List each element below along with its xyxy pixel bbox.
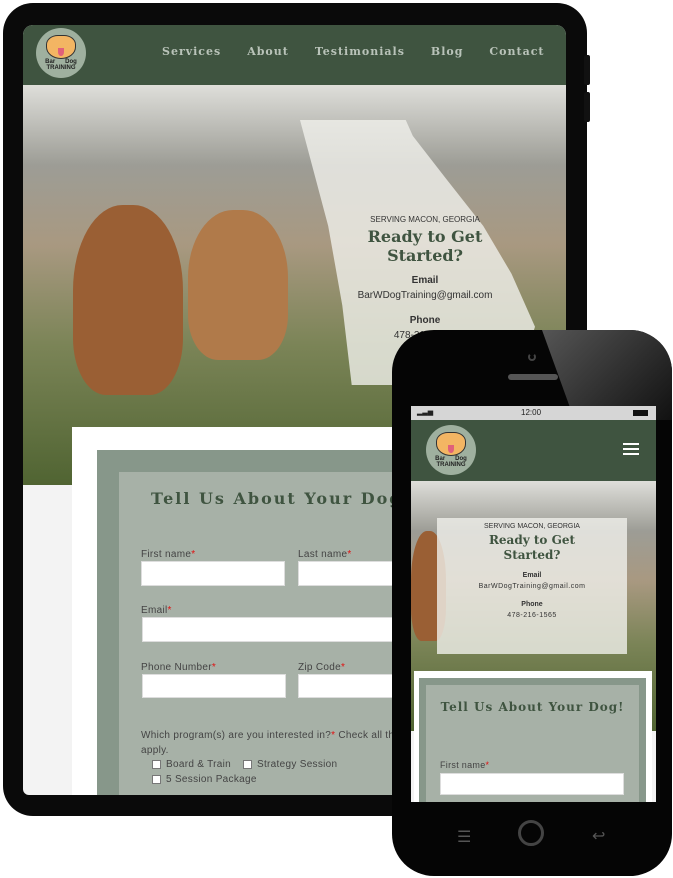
hamburger-icon[interactable] [623,443,639,455]
email-label: Email* [141,605,172,616]
camera-icon [528,353,536,361]
form-title: Tell Us About Your Dog! [151,489,412,508]
email-label: Email [411,275,439,286]
nav-testimonials[interactable]: Testimonials [315,45,405,58]
signal-icon: ▂▃▅ [417,409,434,416]
tablet-side-button [584,55,590,85]
phone-label: Phone [409,315,441,326]
logo[interactable]: Bar Dog TRAINING [426,425,476,475]
first-name-input[interactable] [141,561,285,586]
logo-text: TRAINING [436,462,466,468]
email-link[interactable]: BarWDogTraining@gmail.com [315,290,535,301]
dog-face-icon [46,35,76,59]
option-strategy-session[interactable]: Strategy Session [243,759,337,770]
last-name-label: Last name* [298,549,352,560]
nav-about[interactable]: About [247,45,289,58]
checkbox[interactable] [152,774,161,784]
speaker-grille [508,374,558,380]
hero-eyebrow: SERVING MACON, GEORGIA [370,215,480,224]
status-time: 12:00 [521,408,542,417]
email-link[interactable]: BarWDogTraining@gmail.com [437,583,627,590]
status-bar: ▂▃▅ 12:00 [411,406,656,420]
zip-label: Zip Code* [298,662,346,673]
checkbox[interactable] [152,759,161,769]
battery-icon [633,410,648,416]
first-name-label: First name* [141,549,196,560]
first-name-input[interactable] [440,773,624,795]
program-question: Which program(s) are you interested in?*… [141,730,404,756]
checkbox[interactable] [243,759,252,769]
power-icon[interactable] [518,820,544,846]
phone-label: Phone Number* [141,662,217,673]
site-nav: Bar Dog TRAINING Services About Testimoni… [23,25,566,85]
logo-text: TRAINING [46,65,76,71]
logo[interactable]: Bar Dog TRAINING [36,28,86,78]
hero-title: Ready to Get Started? [367,227,483,265]
nav-services[interactable]: Services [162,45,221,58]
tablet-side-button [584,92,590,122]
dog-face-icon [436,432,466,456]
hero-contact: SERVING MACON, GEORGIA Ready to Get Star… [315,215,535,341]
nav-contact[interactable]: Contact [489,45,544,58]
site-nav: Bar Dog TRAINING [411,420,656,481]
option-board-train[interactable]: Board & Train [152,759,231,770]
phone-screen: ▂▃▅ 12:00 Bar Dog TRAINING SERVING MACON,… [411,406,656,802]
menu-lines-icon[interactable]: ☰ [457,827,473,847]
form-panel: Tell Us About Your Dog! First name* [426,685,639,802]
first-name-label: First name* [440,760,490,770]
nav-blog[interactable]: Blog [431,45,464,58]
hero-eyebrow: SERVING MACON, GEORGIA [484,523,580,530]
dog-image [188,210,288,360]
dog-image [73,205,183,395]
phone-label: Phone [521,601,543,608]
back-icon[interactable]: ↩ [592,826,605,846]
phone-input[interactable] [142,674,286,698]
hero-title: Ready to Get Started? [488,533,576,562]
hero-contact: SERVING MACON, GEORGIA Ready to Get Star… [437,523,627,619]
phone-link[interactable]: 478-216-1565 [437,612,627,619]
email-label: Email [522,572,542,579]
option-5-session[interactable]: 5 Session Package [152,774,257,785]
form-title: Tell Us About Your Dog! [440,700,625,714]
